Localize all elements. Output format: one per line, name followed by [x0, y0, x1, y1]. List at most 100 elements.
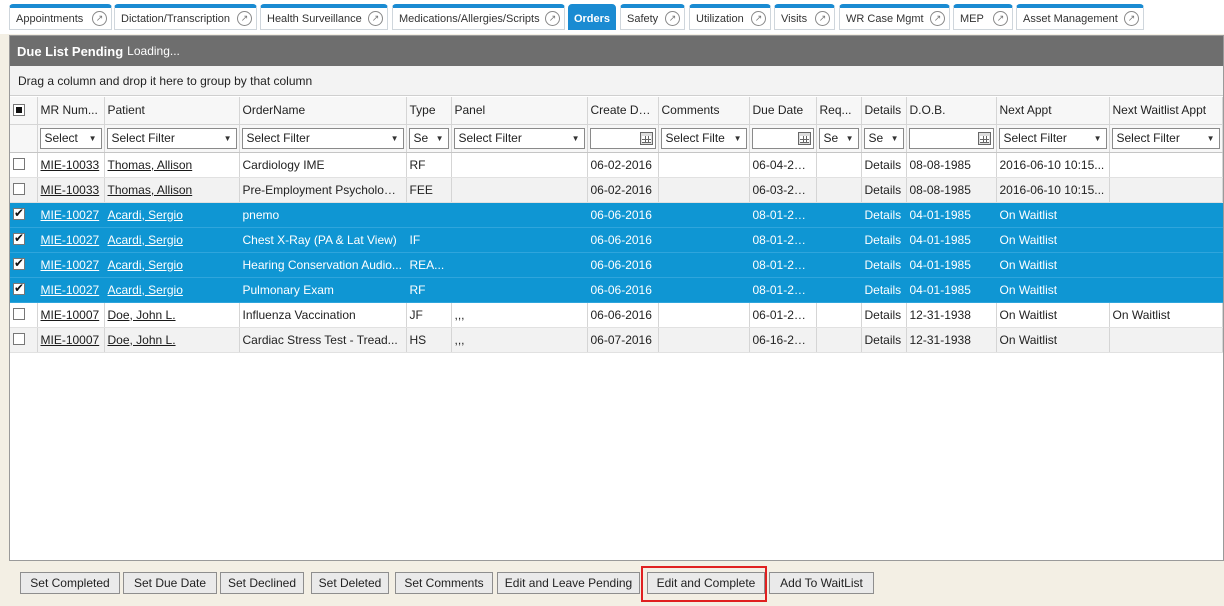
filter-next-waitlist-appt[interactable]: Select Filter ▼	[1111, 127, 1220, 149]
tab-visits[interactable]: Visits ↗	[774, 4, 835, 30]
table-row[interactable]: MIE-10027Acardi, SergioHearing Conservat…	[10, 252, 1223, 278]
popout-circle-icon[interactable]: ↗	[665, 11, 680, 26]
column-header-patient[interactable]: Patient	[104, 97, 240, 125]
details-cell[interactable]: Details	[861, 252, 907, 278]
popout-circle-icon[interactable]: ↗	[815, 11, 830, 26]
popout-circle-icon[interactable]: ↗	[368, 11, 383, 26]
details-cell[interactable]: Details	[861, 177, 907, 203]
row-checkbox[interactable]	[13, 183, 25, 196]
row-select-cell[interactable]	[10, 152, 38, 178]
tab-utilization[interactable]: Utilization ↗	[689, 4, 771, 30]
row-checkbox[interactable]	[13, 231, 25, 246]
filter-create-date[interactable]	[589, 127, 656, 149]
column-header-next-waitlist-appt[interactable]: Next Waitlist Appt	[1109, 97, 1223, 125]
table-row[interactable]: MIE-10027Acardi, SergioPulmonary ExamRF 0…	[10, 277, 1223, 303]
patient-cell[interactable]: Acardi, Sergio	[104, 252, 240, 278]
row-checkbox[interactable]	[13, 256, 25, 271]
mr-num-cell[interactable]: MIE-10027	[37, 202, 105, 228]
patient-cell[interactable]: Acardi, Sergio	[104, 227, 240, 253]
popout-circle-icon[interactable]: ↗	[1124, 11, 1139, 26]
table-row[interactable]: MIE-10007 Doe, John L. Cardiac Stress Test…	[10, 327, 1223, 353]
row-checkbox[interactable]	[13, 206, 25, 221]
filter-type[interactable]: Se ▼	[408, 127, 449, 149]
row-select-cell[interactable]	[10, 252, 38, 278]
column-header-next-appt[interactable]: Next Appt	[996, 97, 1110, 125]
patient-cell[interactable]: Doe, John L.	[104, 302, 240, 328]
calendar-icon[interactable]	[977, 131, 991, 145]
column-header-order-name[interactable]: OrderName	[239, 97, 407, 125]
details-cell[interactable]: Details	[861, 277, 907, 303]
column-header-type[interactable]: Type	[406, 97, 452, 125]
mr-num-cell[interactable]: MIE-10007	[37, 302, 105, 328]
patient-cell[interactable]: Doe, John L.	[104, 327, 240, 353]
mr-num-cell[interactable]: MIE-10027	[37, 277, 105, 303]
table-row[interactable]: MIE-10027Acardi, Sergiopnemo 06-06-2016 08…	[10, 202, 1223, 228]
tab-asset-management[interactable]: Asset Management ↗	[1016, 4, 1144, 30]
mr-num-cell[interactable]: MIE-10007	[37, 327, 105, 353]
row-select-cell[interactable]	[10, 227, 38, 253]
row-checkbox[interactable]	[13, 333, 25, 346]
tab-health-surveillance[interactable]: Health Surveillance ↗	[260, 4, 388, 30]
set-comments-button[interactable]: Set Comments	[395, 572, 493, 594]
filter-next-appt[interactable]: Select Filter ▼	[998, 127, 1107, 149]
popout-circle-icon[interactable]: ↗	[930, 11, 945, 26]
tab-appointments[interactable]: Appointments ↗	[9, 4, 112, 30]
tab-dictation-transcription[interactable]: Dictation/Transcription ↗	[114, 4, 257, 30]
calendar-icon[interactable]	[797, 131, 811, 145]
filter-order-name[interactable]: Select Filter ▼	[241, 127, 404, 149]
set-deleted-button[interactable]: Set Deleted	[311, 572, 389, 594]
mr-num-cell[interactable]: MIE-10033	[37, 177, 105, 203]
tab-mep[interactable]: MEP ↗	[953, 4, 1013, 30]
filter-due-date[interactable]	[751, 127, 814, 149]
tab-wr-case-mgmt[interactable]: WR Case Mgmt ↗	[839, 4, 950, 30]
row-checkbox[interactable]	[13, 281, 25, 296]
popout-circle-icon[interactable]: ↗	[993, 11, 1008, 26]
column-header-due-date[interactable]: Due Date	[749, 97, 817, 125]
filter-comments[interactable]: Select Filte ▼	[660, 127, 747, 149]
row-checkbox[interactable]	[13, 308, 25, 321]
filter-dob[interactable]	[908, 127, 994, 149]
set-declined-button[interactable]: Set Declined	[220, 572, 304, 594]
patient-cell[interactable]: Acardi, Sergio	[104, 277, 240, 303]
row-select-cell[interactable]	[10, 327, 38, 353]
popout-circle-icon[interactable]: ↗	[751, 11, 766, 26]
group-by-drop-area[interactable]: Drag a column and drop it here to group …	[10, 66, 1223, 96]
row-checkbox[interactable]	[13, 158, 25, 171]
column-header-create-date[interactable]: Create Date	[587, 97, 659, 125]
row-select-cell[interactable]	[10, 277, 38, 303]
select-all-header[interactable]	[10, 97, 38, 125]
details-cell[interactable]: Details	[861, 152, 907, 178]
tab-medications-allergies-scripts[interactable]: Medications/Allergies/Scripts ↗	[392, 4, 565, 30]
patient-cell[interactable]: Thomas, Allison	[104, 152, 240, 178]
mr-num-cell[interactable]: MIE-10027	[37, 227, 105, 253]
mr-num-cell[interactable]: MIE-10033	[37, 152, 105, 178]
calendar-icon[interactable]	[639, 131, 653, 145]
popout-circle-icon[interactable]: ↗	[92, 11, 107, 26]
table-row[interactable]: MIE-10033 Thomas, Allison Pre-Employment P…	[10, 177, 1223, 203]
table-row[interactable]: MIE-10027Acardi, SergioChest X-Ray (PA &…	[10, 227, 1223, 253]
popout-circle-icon[interactable]: ↗	[237, 11, 252, 26]
column-header-mr-num[interactable]: MR Num...	[37, 97, 105, 125]
table-row[interactable]: MIE-10007 Doe, John L. Influenza Vaccinati…	[10, 302, 1223, 328]
set-due-date-button[interactable]: Set Due Date	[123, 572, 217, 594]
popout-circle-icon[interactable]: ↗	[545, 11, 560, 26]
details-cell[interactable]: Details	[861, 227, 907, 253]
add-to-waitlist-button[interactable]: Add To WaitList	[769, 572, 874, 594]
row-select-cell[interactable]	[10, 177, 38, 203]
patient-cell[interactable]: Acardi, Sergio	[104, 202, 240, 228]
column-header-details[interactable]: Details	[861, 97, 907, 125]
edit-and-leave-pending-button[interactable]: Edit and Leave Pending	[497, 572, 640, 594]
select-all-checkbox[interactable]	[13, 104, 25, 117]
mr-num-cell[interactable]: MIE-10027	[37, 252, 105, 278]
set-completed-button[interactable]: Set Completed	[20, 572, 120, 594]
column-header-panel[interactable]: Panel	[451, 97, 588, 125]
filter-panel[interactable]: Select Filter ▼	[453, 127, 585, 149]
details-cell[interactable]: Details	[861, 302, 907, 328]
row-select-cell[interactable]	[10, 302, 38, 328]
details-cell[interactable]: Details	[861, 327, 907, 353]
filter-details[interactable]: Se ▼	[863, 127, 904, 149]
tab-orders[interactable]: Orders	[568, 4, 616, 30]
details-cell[interactable]: Details	[861, 202, 907, 228]
column-header-dob[interactable]: D.O.B.	[906, 97, 997, 125]
filter-patient[interactable]: Select Filter ▼	[106, 127, 237, 149]
